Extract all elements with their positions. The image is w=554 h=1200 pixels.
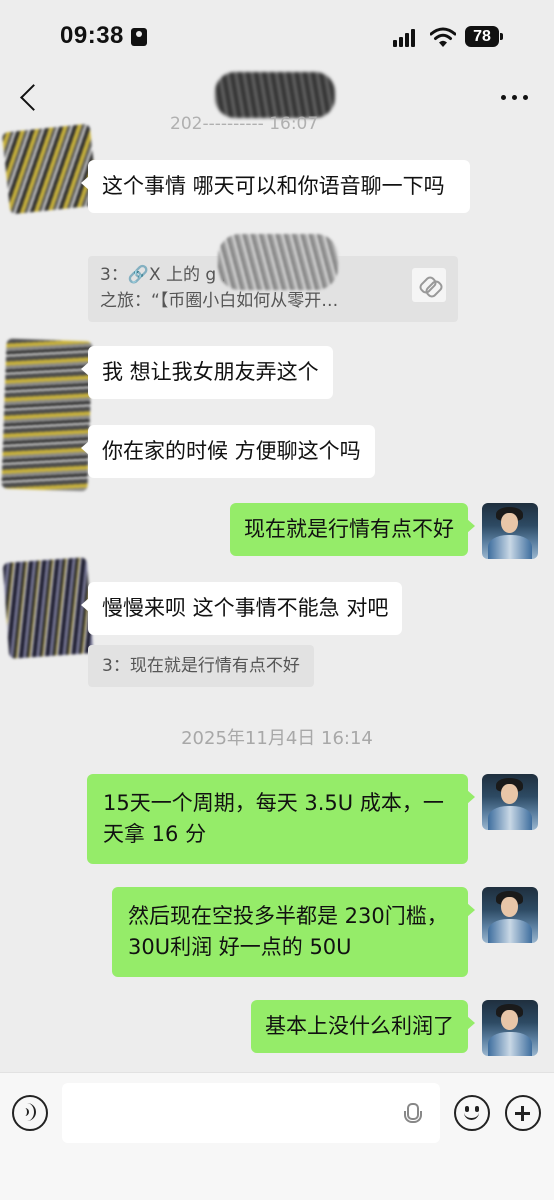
- avatar-robe: [488, 919, 532, 943]
- mic-icon[interactable]: [404, 1103, 422, 1125]
- quote-text-line2: 之旅：“【币圈小白如何从零开…: [100, 291, 339, 311]
- input-bar: [0, 1072, 554, 1200]
- my-avatar[interactable]: [482, 887, 538, 943]
- avatar-robe: [488, 535, 532, 559]
- message-bubble-outgoing[interactable]: 15天一个周期，每天 3.5U 成本，一天拿 16 分: [87, 774, 475, 864]
- message-bubble-outgoing[interactable]: 现在就是行情有点不好: [230, 503, 475, 556]
- plus-icon[interactable]: [505, 1095, 541, 1131]
- contact-avatar[interactable]: [1, 123, 99, 215]
- wifi-icon: [430, 27, 456, 47]
- message-bubble-outgoing[interactable]: 然后现在空投多半都是 230门槛，30U利润 好一点的 50U: [112, 887, 475, 977]
- cellular-signal-icon: [393, 29, 419, 47]
- avatar-robe: [488, 806, 532, 830]
- status-bar: 09:38 78: [0, 0, 554, 72]
- my-avatar[interactable]: [482, 774, 538, 830]
- voice-icon[interactable]: [12, 1095, 48, 1131]
- my-avatar[interactable]: [482, 503, 538, 559]
- quoted-link-message[interactable]: 3：🔗X 上的 g 的撸毛 之旅：“【币圈小白如何从零开…: [88, 234, 458, 322]
- message-bubble-outgoing[interactable]: 基本上没什么利润了: [251, 1000, 475, 1053]
- message-bubble-incoming[interactable]: 你在家的时候 方便聊这个吗: [81, 425, 375, 478]
- avatar-face: [501, 1010, 518, 1030]
- battery-indicator: 78: [465, 26, 499, 47]
- message-input[interactable]: [62, 1083, 440, 1143]
- contact-avatar[interactable]: [1, 338, 93, 492]
- battery-tip: [500, 33, 503, 40]
- avatar-face: [501, 784, 518, 804]
- avatar-face: [501, 897, 518, 917]
- contact-avatar[interactable]: [2, 557, 94, 659]
- emoji-icon[interactable]: [454, 1095, 490, 1131]
- chat-timestamp: 2025年11月4日 16:14: [181, 728, 373, 749]
- avatar-face: [501, 513, 518, 533]
- quoted-message[interactable]: 3：现在就是行情有点不好: [88, 645, 314, 687]
- more-dots-icon[interactable]: [495, 84, 535, 108]
- back-button[interactable]: [16, 80, 44, 116]
- partial-timestamp: 202‑‑‑‑‑‑‑‑‑‑ 16:07: [170, 114, 319, 134]
- id-card-icon: [131, 28, 147, 46]
- message-bubble-incoming[interactable]: 慢慢来呗 这个事情不能急 对吧: [80, 582, 403, 635]
- avatar-robe: [488, 1032, 532, 1056]
- quote-redacted-area: [218, 234, 338, 290]
- link-icon: [412, 268, 446, 302]
- chat-title-redacted: [215, 72, 335, 118]
- my-avatar[interactable]: [482, 1000, 538, 1056]
- message-bubble-incoming[interactable]: 我 想让我女朋友弄这个: [81, 346, 333, 399]
- status-time: 09:38: [60, 22, 124, 49]
- message-bubble-incoming[interactable]: 这个事情 哪天可以和你语音聊一下吗: [81, 160, 470, 213]
